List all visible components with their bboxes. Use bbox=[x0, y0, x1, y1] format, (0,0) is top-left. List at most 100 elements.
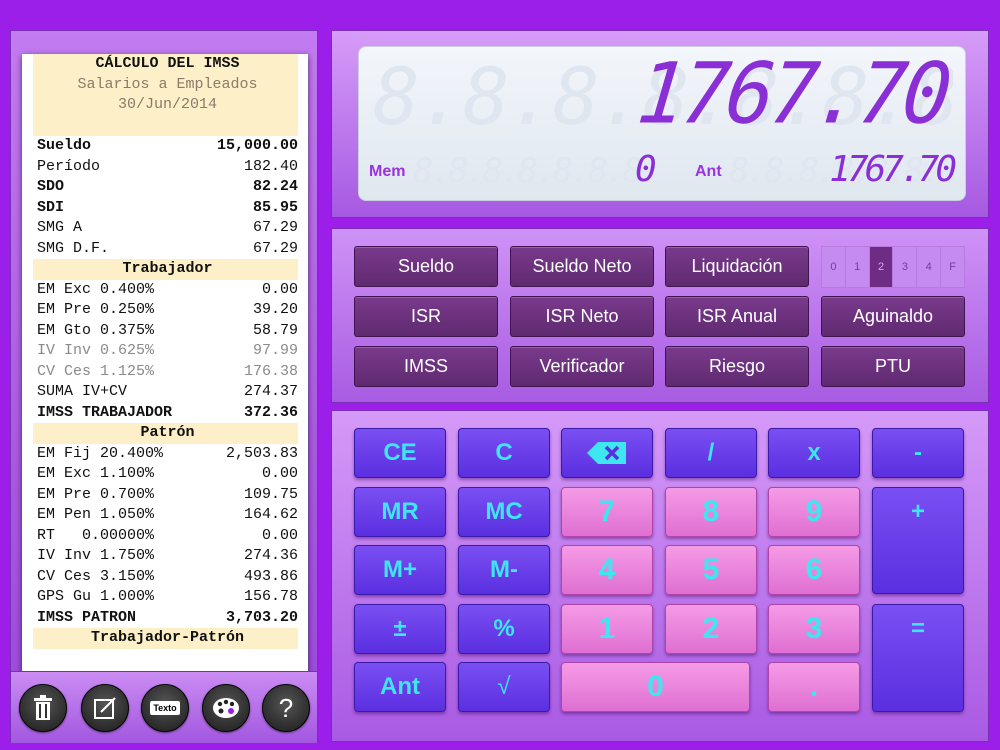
tape-row: EM Exc 1.100% 0.00 bbox=[33, 464, 298, 485]
divide-key[interactable]: / bbox=[665, 428, 757, 478]
tape-row: SDI 85.95 bbox=[33, 198, 298, 219]
tape-row-value: 0.00 bbox=[261, 465, 298, 482]
sueldo-neto-button[interactable]: Sueldo Neto bbox=[510, 246, 654, 287]
aguinaldo-button[interactable]: Aguinaldo bbox=[821, 296, 965, 337]
imss-button[interactable]: IMSS bbox=[354, 346, 498, 387]
minus-key[interactable]: - bbox=[872, 428, 964, 478]
tape-row: EM Pen 1.050% 164.62 bbox=[33, 505, 298, 526]
digit-2-key[interactable]: 2 bbox=[665, 604, 757, 654]
isr-neto-button[interactable]: ISR Neto bbox=[510, 296, 654, 337]
tape-row: SUMA IV+CV 274.37 bbox=[33, 382, 298, 403]
digit-9-key[interactable]: 9 bbox=[768, 487, 860, 537]
memory-clear-key[interactable]: MC bbox=[458, 487, 550, 537]
tape-section-header: Patrón bbox=[33, 423, 298, 444]
tape-row: EM Exc 0.400% 0.00 bbox=[33, 280, 298, 301]
tape-row: Sueldo 15,000.00 bbox=[33, 136, 298, 157]
clear-key[interactable]: C bbox=[458, 428, 550, 478]
riesgo-button[interactable]: Riesgo bbox=[665, 346, 809, 387]
square-root-key[interactable]: √ bbox=[458, 662, 550, 712]
liquidacion-button[interactable]: Liquidación bbox=[665, 246, 809, 287]
ant-label: Ant bbox=[695, 163, 722, 180]
tape-row-label: SDI bbox=[37, 198, 65, 216]
mem-label: Mem bbox=[369, 163, 406, 180]
digit-8-key[interactable]: 8 bbox=[665, 487, 757, 537]
digit-6-key[interactable]: 6 bbox=[768, 545, 860, 595]
isr-button[interactable]: ISR bbox=[354, 296, 498, 337]
tape-row-label: EM Pen 1.050% bbox=[37, 506, 155, 523]
sueldo-button[interactable]: Sueldo bbox=[354, 246, 498, 287]
tape-row-value: 2,503.83 bbox=[225, 444, 298, 462]
tape-section-header: Trabajador bbox=[33, 259, 298, 280]
ant-key[interactable]: Ant bbox=[354, 662, 446, 712]
digit-3-key[interactable]: 3 bbox=[768, 604, 860, 654]
multiply-key[interactable]: x bbox=[768, 428, 860, 478]
decimal-option-4[interactable]: 4 bbox=[917, 247, 942, 287]
plus-minus-key[interactable]: ± bbox=[354, 604, 446, 654]
tape-date: 30/Jun/2014 bbox=[33, 95, 298, 116]
tape-row-label: IMSS TRABAJADOR bbox=[37, 403, 173, 421]
tape-row-label: SDO bbox=[37, 178, 65, 195]
text-icon[interactable]: Texto bbox=[141, 684, 189, 732]
tape-row-label: IMSS PATRON bbox=[37, 608, 137, 626]
decimal-option-3[interactable]: 3 bbox=[893, 247, 918, 287]
tape-row: IV Inv 1.750% 274.36 bbox=[33, 546, 298, 567]
backspace-icon bbox=[587, 442, 626, 464]
decimal-option-f[interactable]: F bbox=[941, 247, 964, 287]
tape-row: EM Fij 20.400% 2,503.83 bbox=[33, 444, 298, 465]
tape-row-value: 15,000.00 bbox=[216, 137, 298, 154]
help-button[interactable]: ? bbox=[262, 684, 310, 732]
tape-row: SMG D.F. 67.29 bbox=[33, 239, 298, 260]
tape-row-value: 0.00 bbox=[261, 526, 298, 544]
tape-row-label: EM Exc 1.100% bbox=[37, 465, 155, 482]
tape-panel: CÁLCULO DEL IMSS Salarios a Empleados 30… bbox=[10, 30, 318, 743]
memory-add-key[interactable]: M+ bbox=[354, 545, 446, 595]
digit-4-key[interactable]: 4 bbox=[561, 545, 653, 595]
decimal-option-1[interactable]: 1 bbox=[846, 247, 870, 287]
memory-subtract-key[interactable]: M- bbox=[458, 545, 550, 595]
decimal-option-0[interactable]: 0 bbox=[822, 247, 846, 287]
ptu-button[interactable]: PTU bbox=[821, 346, 965, 387]
isr-anual-button[interactable]: ISR Anual bbox=[665, 296, 809, 337]
tape-title: CÁLCULO DEL IMSS bbox=[33, 54, 298, 75]
tape-row: SMG A 67.29 bbox=[33, 218, 298, 239]
tape-row: IMSS PATRON 3,703.20 bbox=[33, 608, 298, 629]
verificador-button[interactable]: Verificador bbox=[510, 346, 654, 387]
tape-row-value: 67.29 bbox=[252, 219, 298, 236]
tape-row-value: 82.24 bbox=[252, 178, 298, 195]
tape-row-value: 176.38 bbox=[243, 362, 298, 380]
equals-key[interactable]: = bbox=[872, 604, 964, 712]
tape-row-label: GPS Gu 1.000% bbox=[37, 588, 155, 605]
digit-7-key[interactable]: 7 bbox=[561, 487, 653, 537]
tape-row-label: EM Gto 0.375% bbox=[37, 321, 155, 339]
edit-icon[interactable] bbox=[81, 684, 129, 732]
tape-row-label: IV Inv 0.625% bbox=[37, 342, 155, 359]
tape-subtitle: Salarios a Empleados bbox=[33, 74, 298, 95]
tape-row-label: RT 0.00000% bbox=[37, 526, 155, 544]
trash-icon[interactable] bbox=[19, 684, 67, 732]
tape-section-header: Trabajador-Patrón bbox=[33, 628, 298, 649]
text-icon-label: Texto bbox=[150, 701, 180, 715]
memory-recall-key[interactable]: MR bbox=[354, 487, 446, 537]
tape-row-value: 156.78 bbox=[243, 588, 298, 605]
main-display-value: 1767.70 bbox=[632, 46, 953, 143]
tape-row: IV Inv 0.625% 97.99 bbox=[33, 341, 298, 362]
backspace-key[interactable] bbox=[561, 428, 653, 478]
tape-row-value: 164.62 bbox=[243, 506, 298, 523]
decimal-point-key[interactable]: . bbox=[768, 662, 860, 712]
clear-entry-key[interactable]: CE bbox=[354, 428, 446, 478]
decimal-option-2[interactable]: 2 bbox=[869, 247, 894, 287]
digit-1-key[interactable]: 1 bbox=[561, 604, 653, 654]
tape-row-label: CV Ces 3.150% bbox=[37, 567, 155, 585]
percent-key[interactable]: % bbox=[458, 604, 550, 654]
tape-row-value: 39.20 bbox=[252, 301, 298, 318]
tape-row-label: SMG D.F. bbox=[37, 239, 110, 257]
palette-icon[interactable] bbox=[202, 684, 250, 732]
tape-row-label: SMG A bbox=[37, 219, 83, 236]
tape-row-value: 274.37 bbox=[243, 383, 298, 400]
digit-0-key[interactable]: 0 bbox=[561, 662, 750, 712]
calculation-tape[interactable]: CÁLCULO DEL IMSS Salarios a Empleados 30… bbox=[22, 54, 308, 682]
tape-row-label: EM Fij 20.400% bbox=[37, 444, 164, 462]
tape-row-value: 109.75 bbox=[243, 485, 298, 503]
plus-key[interactable]: + bbox=[872, 487, 964, 594]
digit-5-key[interactable]: 5 bbox=[665, 545, 757, 595]
